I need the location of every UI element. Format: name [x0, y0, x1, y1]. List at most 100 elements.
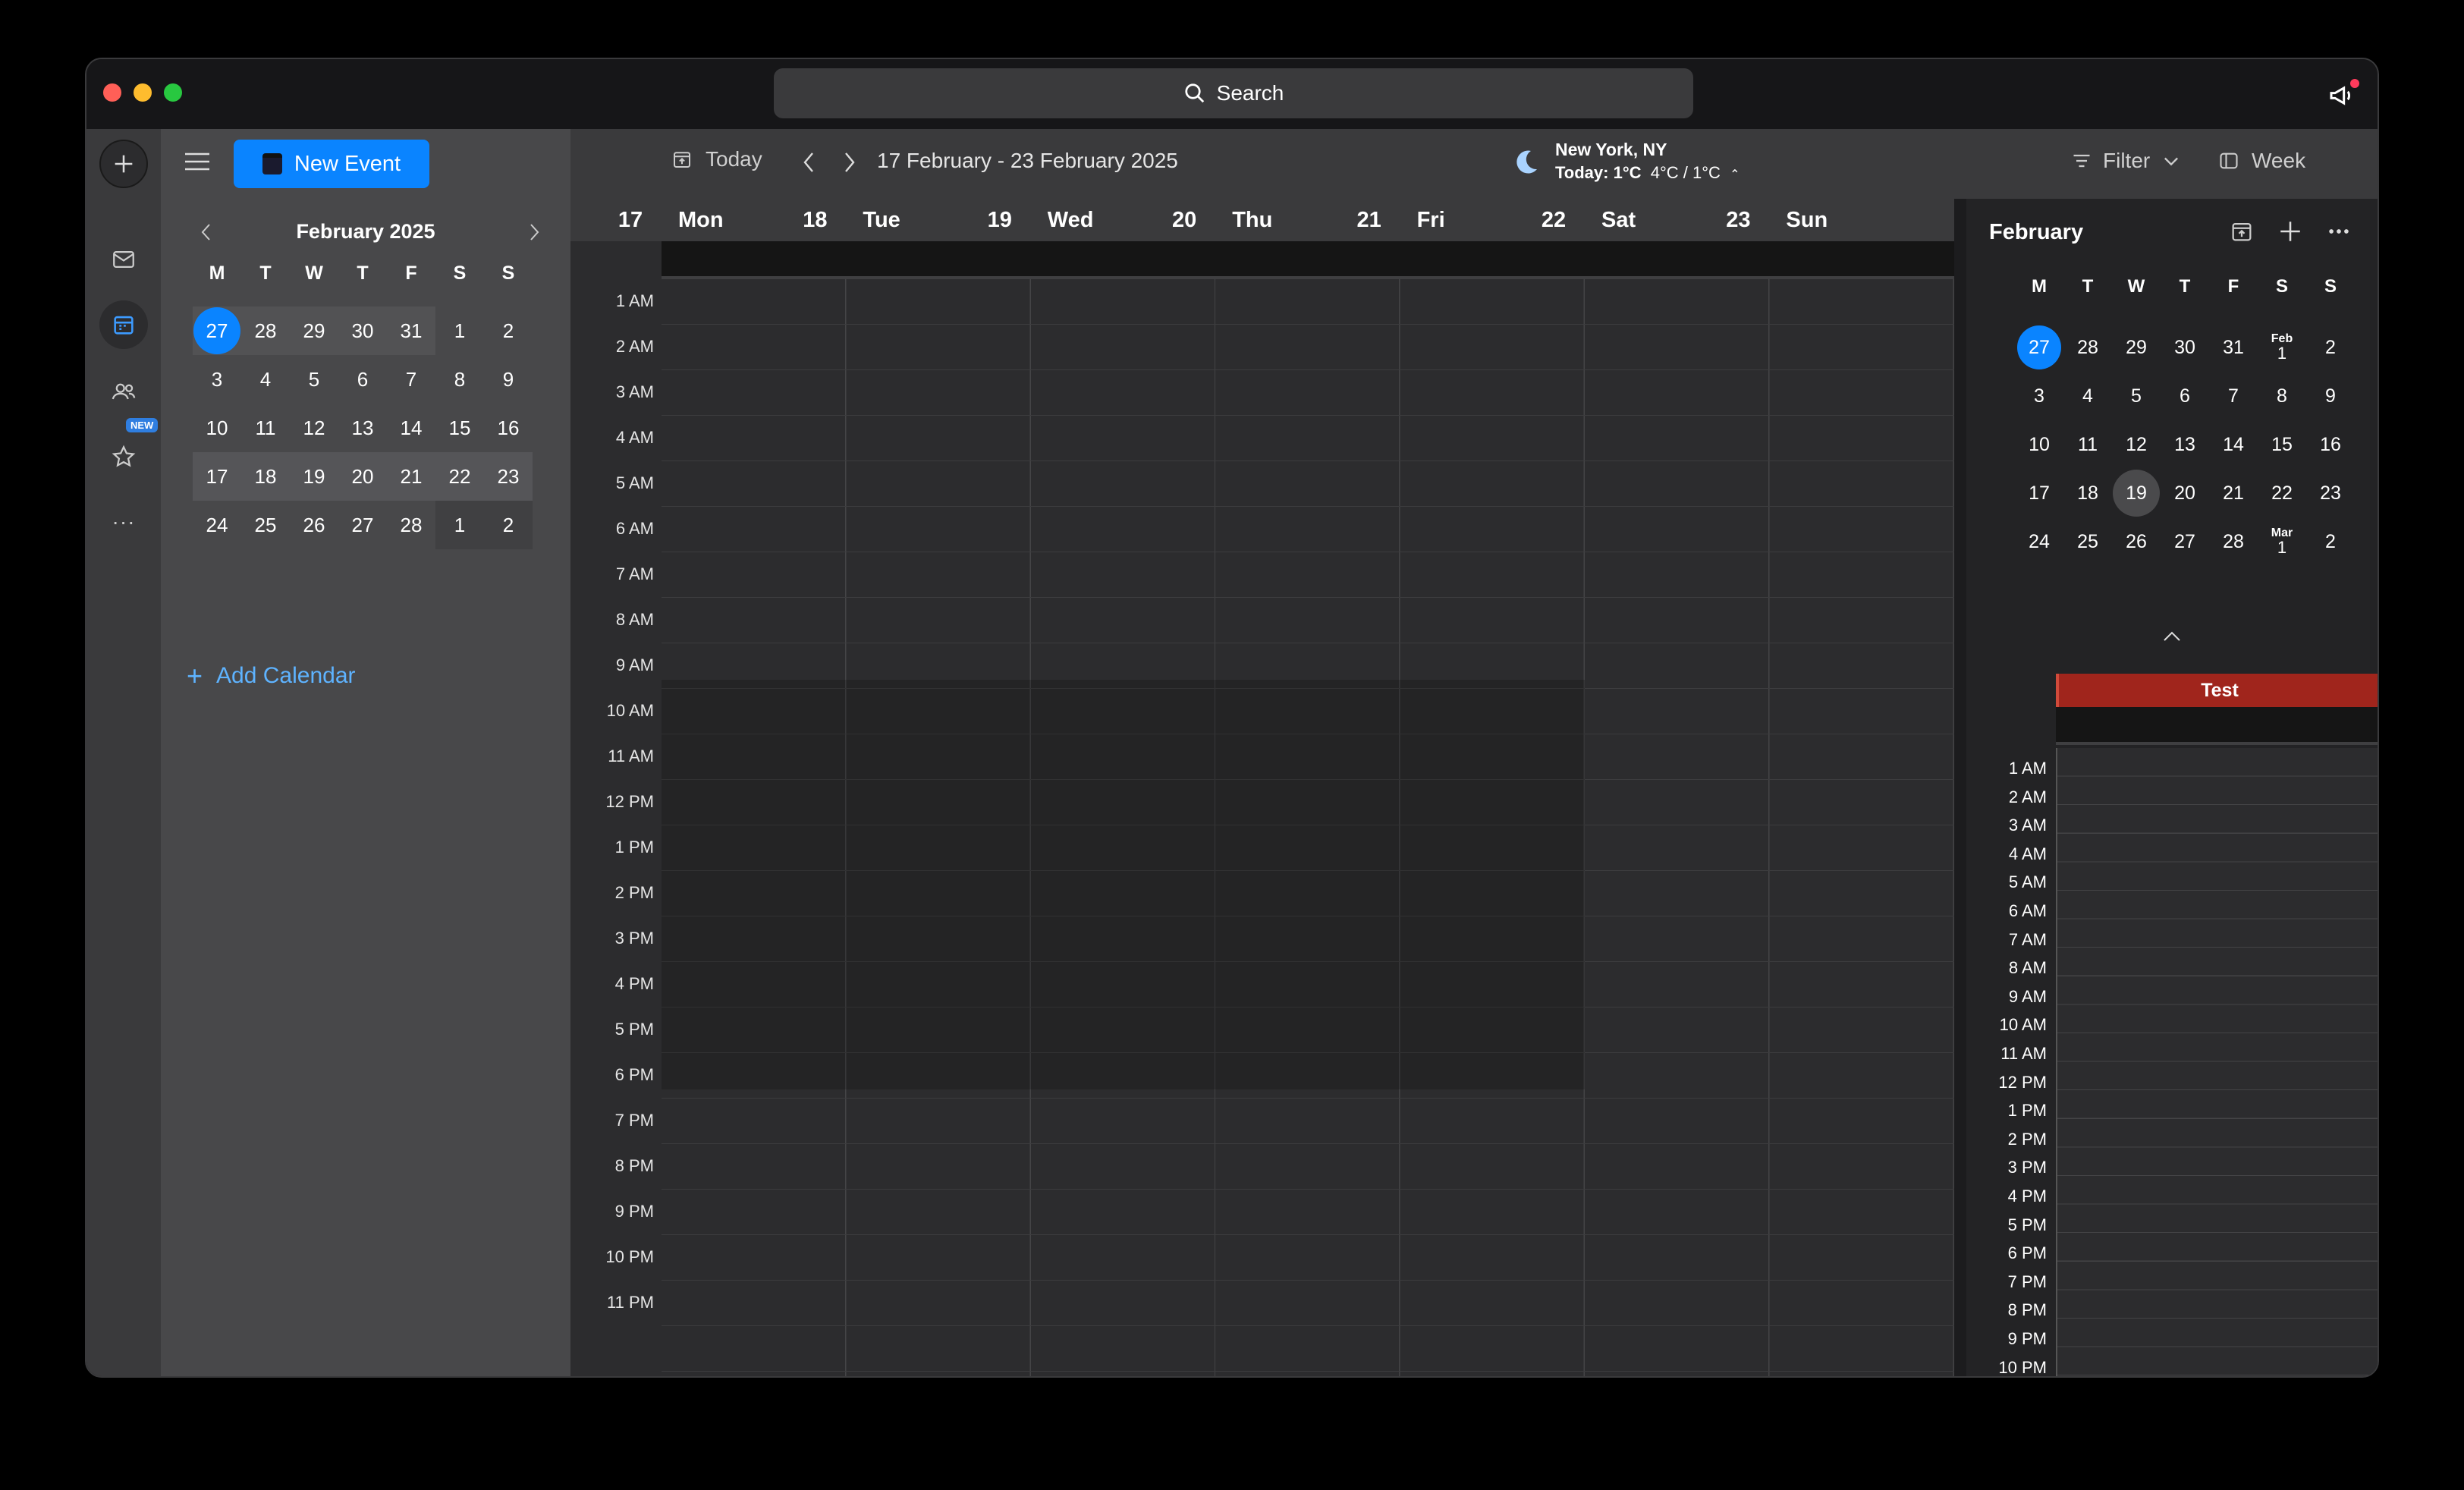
calendar-day[interactable]: 8: [2258, 372, 2306, 420]
mini-calendar-day[interactable]: 26: [290, 501, 338, 549]
mini-calendar-day[interactable]: 9: [484, 355, 533, 404]
mini-calendar-day[interactable]: 30: [338, 306, 387, 355]
filter-button[interactable]: Filter: [2071, 149, 2182, 173]
calendar-day[interactable]: 25: [2063, 517, 2112, 566]
mini-calendar-day[interactable]: 11: [241, 404, 290, 452]
calendar-today-icon[interactable]: [2229, 218, 2255, 244]
mini-calendar-day[interactable]: 16: [484, 404, 533, 452]
mini-calendar-day[interactable]: 13: [338, 404, 387, 452]
calendar-day[interactable]: 3: [2015, 372, 2063, 420]
calendar-day[interactable]: 7: [2209, 372, 2258, 420]
all-day-row[interactable]: [662, 241, 1954, 279]
mini-calendar-day[interactable]: 2: [484, 306, 533, 355]
mini-calendar-day[interactable]: 25: [241, 501, 290, 549]
mini-calendar-day[interactable]: 10: [193, 404, 241, 452]
mini-calendar-day[interactable]: 3: [193, 355, 241, 404]
mini-calendar-day[interactable]: 28: [387, 501, 435, 549]
calendar-day[interactable]: 13: [2161, 420, 2209, 469]
mini-calendar-day[interactable]: 27: [193, 306, 241, 355]
mini-calendar-day[interactable]: 1: [435, 306, 484, 355]
zoom-window-button[interactable]: [164, 83, 182, 102]
next-month-button[interactable]: [520, 217, 548, 247]
announcements-button[interactable]: [2327, 79, 2359, 111]
new-event-button[interactable]: New Event: [234, 140, 429, 188]
mini-calendar-day[interactable]: 2: [484, 501, 533, 549]
calendar-day[interactable]: 26: [2112, 517, 2161, 566]
next-week-button[interactable]: [838, 146, 860, 179]
mini-calendar-day[interactable]: 18: [241, 452, 290, 501]
agenda-time-grid[interactable]: [2056, 748, 2378, 1376]
close-window-button[interactable]: [103, 83, 121, 102]
mini-calendar-day[interactable]: 31: [387, 306, 435, 355]
mini-calendar-day[interactable]: 8: [435, 355, 484, 404]
calendar-day[interactable]: Feb 1: [2258, 323, 2306, 372]
calendar-day[interactable]: 27: [2161, 517, 2209, 566]
calendar-day[interactable]: 19: [2112, 469, 2161, 517]
today-button[interactable]: Today: [671, 147, 762, 171]
calendar-day[interactable]: 15: [2258, 420, 2306, 469]
mini-calendar-day[interactable]: 15: [435, 404, 484, 452]
calendar-day[interactable]: 2: [2306, 323, 2355, 372]
calendar-day[interactable]: 27: [2015, 323, 2063, 372]
mini-calendar-day[interactable]: 21: [387, 452, 435, 501]
mini-calendar-day[interactable]: 23: [484, 452, 533, 501]
more-apps-button[interactable]: ···: [99, 498, 148, 546]
more-icon[interactable]: [2326, 218, 2352, 244]
calendar-day[interactable]: 22: [2258, 469, 2306, 517]
view-selector[interactable]: Week: [2218, 149, 2305, 173]
agenda-all-day-row[interactable]: [2056, 707, 2378, 745]
mini-calendar-day[interactable]: 4: [241, 355, 290, 404]
mini-calendar-day[interactable]: 7: [387, 355, 435, 404]
calendar-day[interactable]: 23: [2306, 469, 2355, 517]
calendar-day[interactable]: 6: [2161, 372, 2209, 420]
compose-button[interactable]: [99, 140, 148, 188]
calendar-day[interactable]: 12: [2112, 420, 2161, 469]
time-grid[interactable]: [662, 279, 1954, 1376]
plus-icon[interactable]: [2277, 218, 2303, 244]
calendar-day[interactable]: 24: [2015, 517, 2063, 566]
calendar-day[interactable]: 20: [2161, 469, 2209, 517]
mini-calendar-day[interactable]: 29: [290, 306, 338, 355]
mini-calendar-day[interactable]: 20: [338, 452, 387, 501]
calendar-day[interactable]: 29: [2112, 323, 2161, 372]
previous-week-button[interactable]: [798, 146, 821, 179]
calendar-day[interactable]: 9: [2306, 372, 2355, 420]
mini-calendar-day[interactable]: 14: [387, 404, 435, 452]
calendar-nav-button[interactable]: [99, 300, 148, 349]
mini-calendar-day[interactable]: 12: [290, 404, 338, 452]
calendar-day[interactable]: 2: [2306, 517, 2355, 566]
calendar-day[interactable]: 16: [2306, 420, 2355, 469]
menu-icon[interactable]: [184, 150, 211, 173]
minimize-window-button[interactable]: [134, 83, 152, 102]
day-column-header[interactable]: 23 Sun: [1713, 199, 1943, 241]
calendar-day[interactable]: 5: [2112, 372, 2161, 420]
calendar-day[interactable]: 21: [2209, 469, 2258, 517]
mini-calendar-day[interactable]: 22: [435, 452, 484, 501]
mail-nav-button[interactable]: [99, 235, 148, 284]
calendar-day[interactable]: Mar 1: [2258, 517, 2306, 566]
event-test[interactable]: Test: [2056, 674, 2378, 707]
favorites-nav-button[interactable]: [99, 432, 148, 481]
mini-calendar-day[interactable]: 27: [338, 501, 387, 549]
people-nav-button[interactable]: [99, 367, 148, 416]
calendar-day[interactable]: 28: [2209, 517, 2258, 566]
add-calendar-button[interactable]: + Add Calendar: [187, 660, 356, 692]
calendar-day[interactable]: 4: [2063, 372, 2112, 420]
calendar-day[interactable]: 17: [2015, 469, 2063, 517]
calendar-day[interactable]: 10: [2015, 420, 2063, 469]
mini-calendar-day[interactable]: 5: [290, 355, 338, 404]
mini-calendar-day[interactable]: 17: [193, 452, 241, 501]
calendar-day[interactable]: 28: [2063, 323, 2112, 372]
chevron-down-icon[interactable]: [2376, 149, 2379, 171]
weather-widget[interactable]: New York, NY Today: 1°C 4°C / 1°C ⌃: [1511, 140, 1740, 183]
calendar-day[interactable]: 31: [2209, 323, 2258, 372]
search-bar[interactable]: Search: [774, 68, 1693, 118]
mini-calendar-day[interactable]: 24: [193, 501, 241, 549]
mini-calendar-day[interactable]: 6: [338, 355, 387, 404]
chevron-up-icon[interactable]: [2161, 628, 2183, 643]
mini-calendar-day[interactable]: 1: [435, 501, 484, 549]
calendar-day[interactable]: 14: [2209, 420, 2258, 469]
mini-calendar-day[interactable]: 19: [290, 452, 338, 501]
calendar-day[interactable]: 30: [2161, 323, 2209, 372]
mini-calendar-day[interactable]: 28: [241, 306, 290, 355]
